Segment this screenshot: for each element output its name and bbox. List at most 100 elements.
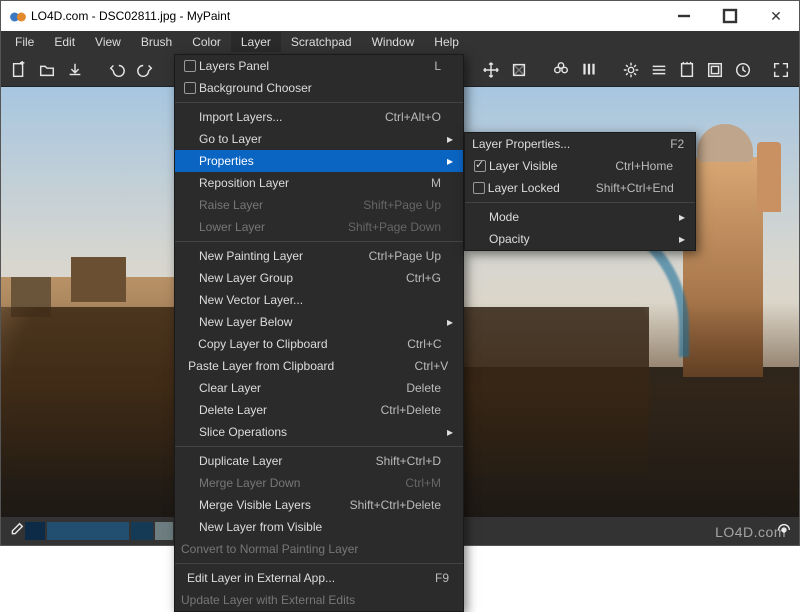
submenu-arrow-icon: ▸ bbox=[441, 315, 453, 329]
menu-item-shortcut: Shift+Page Down bbox=[348, 220, 441, 234]
settings-icon[interactable] bbox=[617, 56, 645, 84]
color-swatch[interactable] bbox=[47, 522, 129, 540]
undo-icon[interactable] bbox=[103, 56, 131, 84]
eyedropper-icon[interactable] bbox=[7, 521, 25, 542]
menu-item-label: Opacity bbox=[489, 232, 589, 246]
menu-item-shortcut: Shift+Page Up bbox=[357, 198, 441, 212]
brush-group-icon[interactable] bbox=[575, 56, 603, 84]
color-swatch[interactable] bbox=[155, 522, 173, 540]
menu-separator bbox=[175, 446, 463, 447]
checkbox-icon bbox=[471, 182, 488, 194]
layer-menu-item[interactable]: New Vector Layer... bbox=[175, 289, 463, 311]
open-file-icon[interactable] bbox=[33, 56, 61, 84]
properties-submenu-item[interactable]: Mode▸ bbox=[465, 206, 695, 228]
layer-menu-item[interactable]: Clear LayerDelete bbox=[175, 377, 463, 399]
menu-brush[interactable]: Brush bbox=[131, 32, 182, 52]
new-file-icon[interactable] bbox=[5, 56, 33, 84]
layer-menu-item: Merge Layer DownCtrl+M bbox=[175, 472, 463, 494]
menu-file[interactable]: File bbox=[5, 32, 44, 52]
layer-menu-item: Raise LayerShift+Page Up bbox=[175, 194, 463, 216]
layer-menu-item[interactable]: Delete LayerCtrl+Delete bbox=[175, 399, 463, 421]
layer-menu-item[interactable]: Duplicate LayerShift+Ctrl+D bbox=[175, 450, 463, 472]
layer-menu-item: Convert to Normal Painting Layer bbox=[175, 538, 463, 560]
layer-menu-item[interactable]: Import Layers...Ctrl+Alt+O bbox=[175, 106, 463, 128]
layer-menu-item[interactable]: Properties▸ bbox=[175, 150, 463, 172]
checkbox-checked-icon bbox=[471, 160, 489, 172]
layers-icon[interactable] bbox=[645, 56, 673, 84]
menu-item-label: Paste Layer from Clipboard bbox=[188, 359, 364, 373]
properties-submenu-item[interactable]: Opacity ▸ bbox=[465, 228, 695, 250]
menu-view[interactable]: View bbox=[85, 32, 131, 52]
menu-item-shortcut: Ctrl+C bbox=[358, 337, 442, 351]
layer-menu-item: Lower LayerShift+Page Down bbox=[175, 216, 463, 238]
history-icon[interactable] bbox=[729, 56, 757, 84]
preview-icon[interactable] bbox=[701, 56, 729, 84]
menu-item-label: Copy Layer to Clipboard bbox=[198, 337, 357, 351]
layer-menu-item[interactable]: Slice Operations▸ bbox=[175, 421, 463, 443]
scratchpad-icon[interactable] bbox=[673, 56, 701, 84]
menu-item-label: Reposition Layer bbox=[199, 176, 357, 190]
layer-menu-item[interactable]: Paste Layer from ClipboardCtrl+V bbox=[175, 355, 463, 377]
save-file-icon[interactable] bbox=[61, 56, 89, 84]
submenu-arrow-icon: ▸ bbox=[673, 232, 685, 246]
menu-item-label: Go to Layer bbox=[199, 132, 357, 146]
layer-menu-item[interactable]: Reposition LayerM bbox=[175, 172, 463, 194]
properties-submenu-item[interactable]: Layer VisibleCtrl+Home bbox=[465, 155, 695, 177]
menu-item-shortcut: Delete bbox=[357, 381, 441, 395]
titlebar: LO4D.com - DSC02811.jpg - MyPaint ✕ bbox=[1, 1, 799, 31]
menu-item-label: Layers Panel bbox=[199, 59, 357, 73]
layer-menu-item[interactable]: Merge Visible LayersShift+Ctrl+Delete bbox=[175, 494, 463, 516]
color-swatch[interactable] bbox=[131, 522, 153, 540]
menu-color[interactable]: Color bbox=[182, 32, 231, 52]
menu-item-label: Convert to Normal Painting Layer bbox=[181, 542, 388, 556]
menu-item-label: Clear Layer bbox=[199, 381, 357, 395]
menu-item-shortcut: Shift+Ctrl+End bbox=[590, 181, 674, 195]
fullscreen-icon[interactable] bbox=[767, 56, 795, 84]
menu-item-label: Duplicate Layer bbox=[199, 454, 357, 468]
drag-icon[interactable] bbox=[505, 56, 533, 84]
menu-item-label: Raise Layer bbox=[199, 198, 357, 212]
menu-help[interactable]: Help bbox=[424, 32, 469, 52]
layer-menu-item[interactable]: New Layer GroupCtrl+G bbox=[175, 267, 463, 289]
menu-item-shortcut: Ctrl+Alt+O bbox=[357, 110, 441, 124]
minimize-button[interactable] bbox=[661, 1, 707, 31]
menu-scratchpad[interactable]: Scratchpad bbox=[281, 32, 362, 52]
checkbox-icon bbox=[181, 60, 199, 72]
close-button[interactable]: ✕ bbox=[753, 1, 799, 31]
menu-layer[interactable]: Layer bbox=[231, 32, 281, 52]
menu-item-label: Layer Locked bbox=[488, 181, 590, 195]
maximize-button[interactable] bbox=[707, 1, 753, 31]
layer-menu-item[interactable]: Background Chooser bbox=[175, 77, 463, 99]
menu-item-shortcut: Ctrl+Delete bbox=[357, 403, 441, 417]
menu-item-label: Layer Properties... bbox=[472, 137, 600, 151]
layer-menu-item[interactable]: Layers PanelL bbox=[175, 55, 463, 77]
layer-menu-item[interactable]: Go to Layer▸ bbox=[175, 128, 463, 150]
layer-menu-item[interactable]: New Layer from Visible bbox=[175, 516, 463, 538]
properties-submenu-item[interactable]: Layer LockedShift+Ctrl+End bbox=[465, 177, 695, 199]
menu-item-label: Update Layer with External Edits bbox=[181, 593, 385, 607]
layer-menu-item: Update Layer with External Edits bbox=[175, 589, 463, 611]
layer-menu-item[interactable]: New Painting LayerCtrl+Page Up bbox=[175, 245, 463, 267]
color-swatch[interactable] bbox=[25, 522, 45, 540]
layer-menu-item[interactable]: Edit Layer in External App...F9 bbox=[175, 567, 463, 589]
move-icon[interactable] bbox=[477, 56, 505, 84]
properties-submenu-dropdown: Layer Properties...F2Layer VisibleCtrl+H… bbox=[464, 132, 696, 251]
menu-window[interactable]: Window bbox=[362, 32, 425, 52]
menu-item-shortcut: Ctrl+G bbox=[357, 271, 441, 285]
color-wheel-icon[interactable] bbox=[547, 56, 575, 84]
menu-item-label: Edit Layer in External App... bbox=[187, 571, 365, 585]
layer-menu-item[interactable]: Copy Layer to ClipboardCtrl+C bbox=[175, 333, 463, 355]
menu-edit[interactable]: Edit bbox=[44, 32, 85, 52]
menu-item-label: Delete Layer bbox=[199, 403, 357, 417]
submenu-arrow-icon: ▸ bbox=[441, 425, 453, 439]
layer-menu-item[interactable]: New Layer Below▸ bbox=[175, 311, 463, 333]
menu-item-label: Merge Layer Down bbox=[199, 476, 357, 490]
menu-item-label: Background Chooser bbox=[199, 81, 357, 95]
menu-item-shortcut: Ctrl+V bbox=[364, 359, 448, 373]
layer-menu-dropdown: Layers PanelL Background Chooser Import La… bbox=[174, 54, 464, 612]
menu-item-shortcut: Shift+Ctrl+D bbox=[357, 454, 441, 468]
properties-submenu-item[interactable]: Layer Properties...F2 bbox=[465, 133, 695, 155]
menu-item-label: New Layer Group bbox=[199, 271, 357, 285]
submenu-arrow-icon: ▸ bbox=[673, 210, 685, 224]
redo-icon[interactable] bbox=[131, 56, 159, 84]
